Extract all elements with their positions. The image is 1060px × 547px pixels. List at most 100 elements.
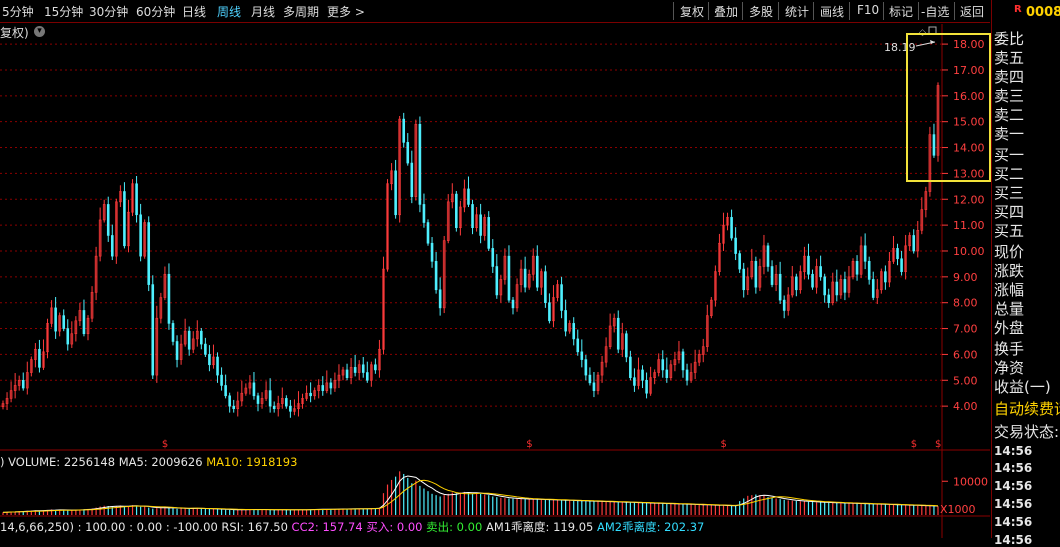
ask2-label: 卖二	[994, 106, 1025, 124]
bid4-label: 买四	[994, 203, 1025, 221]
candle-body	[232, 405, 236, 410]
candle-body	[175, 341, 179, 360]
candle-body	[66, 328, 70, 345]
candle-body	[588, 374, 592, 384]
candle-body	[629, 356, 632, 378]
candle-body	[402, 118, 406, 143]
candle-body	[82, 310, 86, 335]
candle-body	[766, 245, 770, 267]
candle-body	[268, 390, 272, 407]
candle-body	[426, 222, 430, 244]
y-tick-label: 12.00	[953, 193, 985, 206]
candle-body	[329, 382, 333, 389]
tick-time: 14:56	[994, 444, 1033, 458]
ma10-line	[2, 479, 939, 513]
candle-body	[560, 284, 563, 311]
candle-body	[434, 261, 438, 291]
bid5-label: 买五	[994, 222, 1025, 240]
candle-body	[572, 323, 576, 340]
candle-body	[418, 123, 422, 205]
candle-body	[807, 255, 810, 275]
candle-body	[633, 377, 636, 386]
stock-code: 00087	[1026, 5, 1060, 20]
candle-body	[224, 385, 227, 397]
auto-renew-link[interactable]: 自动续费请	[994, 398, 1060, 419]
candle-body	[495, 266, 499, 296]
buy-value: 买入: 0.00	[366, 520, 423, 534]
net-asset-label: 净资	[994, 359, 1025, 377]
tick-time: 14:56	[994, 479, 1033, 493]
candle-body	[592, 382, 596, 391]
candle-body	[252, 382, 256, 397]
bid3-label: 买三	[994, 184, 1025, 202]
y-tick-label: 11.00	[953, 219, 985, 232]
candle-body	[455, 193, 458, 229]
dividend-marker: $	[935, 439, 941, 450]
candle-body	[544, 271, 547, 304]
y-tick-label: 10.00	[953, 245, 985, 258]
candle-body	[742, 268, 746, 291]
candle-body	[491, 248, 495, 267]
candle-body	[843, 279, 847, 293]
tick-time: 14:56	[994, 515, 1033, 529]
turnover-label: 换手	[994, 340, 1025, 358]
candle-body	[584, 359, 588, 376]
candle-body	[345, 369, 349, 378]
y-tick-label: 9.00	[953, 271, 978, 284]
candle-body	[135, 183, 138, 216]
y-tick-label: 8.00	[953, 297, 978, 310]
dividend-marker: $	[911, 439, 917, 450]
candle-body	[738, 253, 741, 270]
candle-body	[467, 188, 470, 205]
dividend-marker: $	[526, 439, 532, 450]
candle-body	[754, 261, 758, 288]
outer-volume-label: 外盘	[994, 319, 1025, 337]
candle-body	[171, 323, 175, 342]
candle-body	[912, 235, 916, 252]
volume-value: ) VOLUME: 2256148	[0, 455, 116, 469]
ask5-label: 卖五	[994, 49, 1025, 67]
candle-body	[21, 379, 25, 389]
candle-body	[438, 289, 442, 309]
candle-body	[220, 374, 223, 386]
candle-body	[661, 359, 665, 371]
price-label: 现价	[994, 243, 1025, 261]
candle-body	[535, 255, 539, 288]
sell-value: 卖出: 0.00	[426, 520, 483, 534]
candle-body	[867, 261, 871, 280]
candle-body	[625, 333, 628, 358]
candle-body	[576, 338, 580, 353]
highlight-box	[906, 33, 991, 182]
candle-body	[835, 281, 839, 296]
y-tick-label: 7.00	[953, 323, 978, 336]
order-ratio-label: 委比	[994, 30, 1025, 48]
candle-body	[778, 273, 782, 301]
tick-time: 14:56	[994, 461, 1033, 475]
earnings-label: 收益(一)	[994, 378, 1051, 396]
candle-body	[374, 364, 377, 371]
candle-body	[471, 204, 474, 229]
candle-body	[548, 302, 551, 322]
candle-body	[863, 245, 867, 262]
candle-body	[896, 248, 899, 260]
cc2-value: CC2: 157.74	[291, 520, 363, 534]
candle-body	[734, 237, 737, 254]
candle-body	[285, 398, 288, 407]
candle-body	[616, 317, 620, 350]
candle-body	[795, 276, 798, 291]
indicator-legend: 14,6,66,250) : 100.00 : 0.00 : -100.00 R…	[0, 519, 704, 535]
candle-body	[256, 395, 260, 404]
candle-body	[139, 214, 142, 257]
y-tick-label: 6.00	[953, 348, 978, 361]
tick-time: 14:56	[994, 533, 1033, 547]
total-volume-label: 总量	[994, 300, 1025, 318]
candle-body	[823, 276, 826, 296]
candle-body	[770, 266, 774, 285]
bid2-label: 买二	[994, 165, 1025, 183]
candle-body	[410, 162, 414, 197]
candle-body	[730, 217, 733, 239]
candle-body	[430, 242, 434, 262]
candle-body	[106, 204, 110, 236]
quote-panel: 委比 卖五 卖四 卖三 卖二 卖一 买一 买二 买三 买四 买五 现价 涨跌 涨…	[991, 0, 1060, 547]
candle-body	[523, 268, 527, 288]
